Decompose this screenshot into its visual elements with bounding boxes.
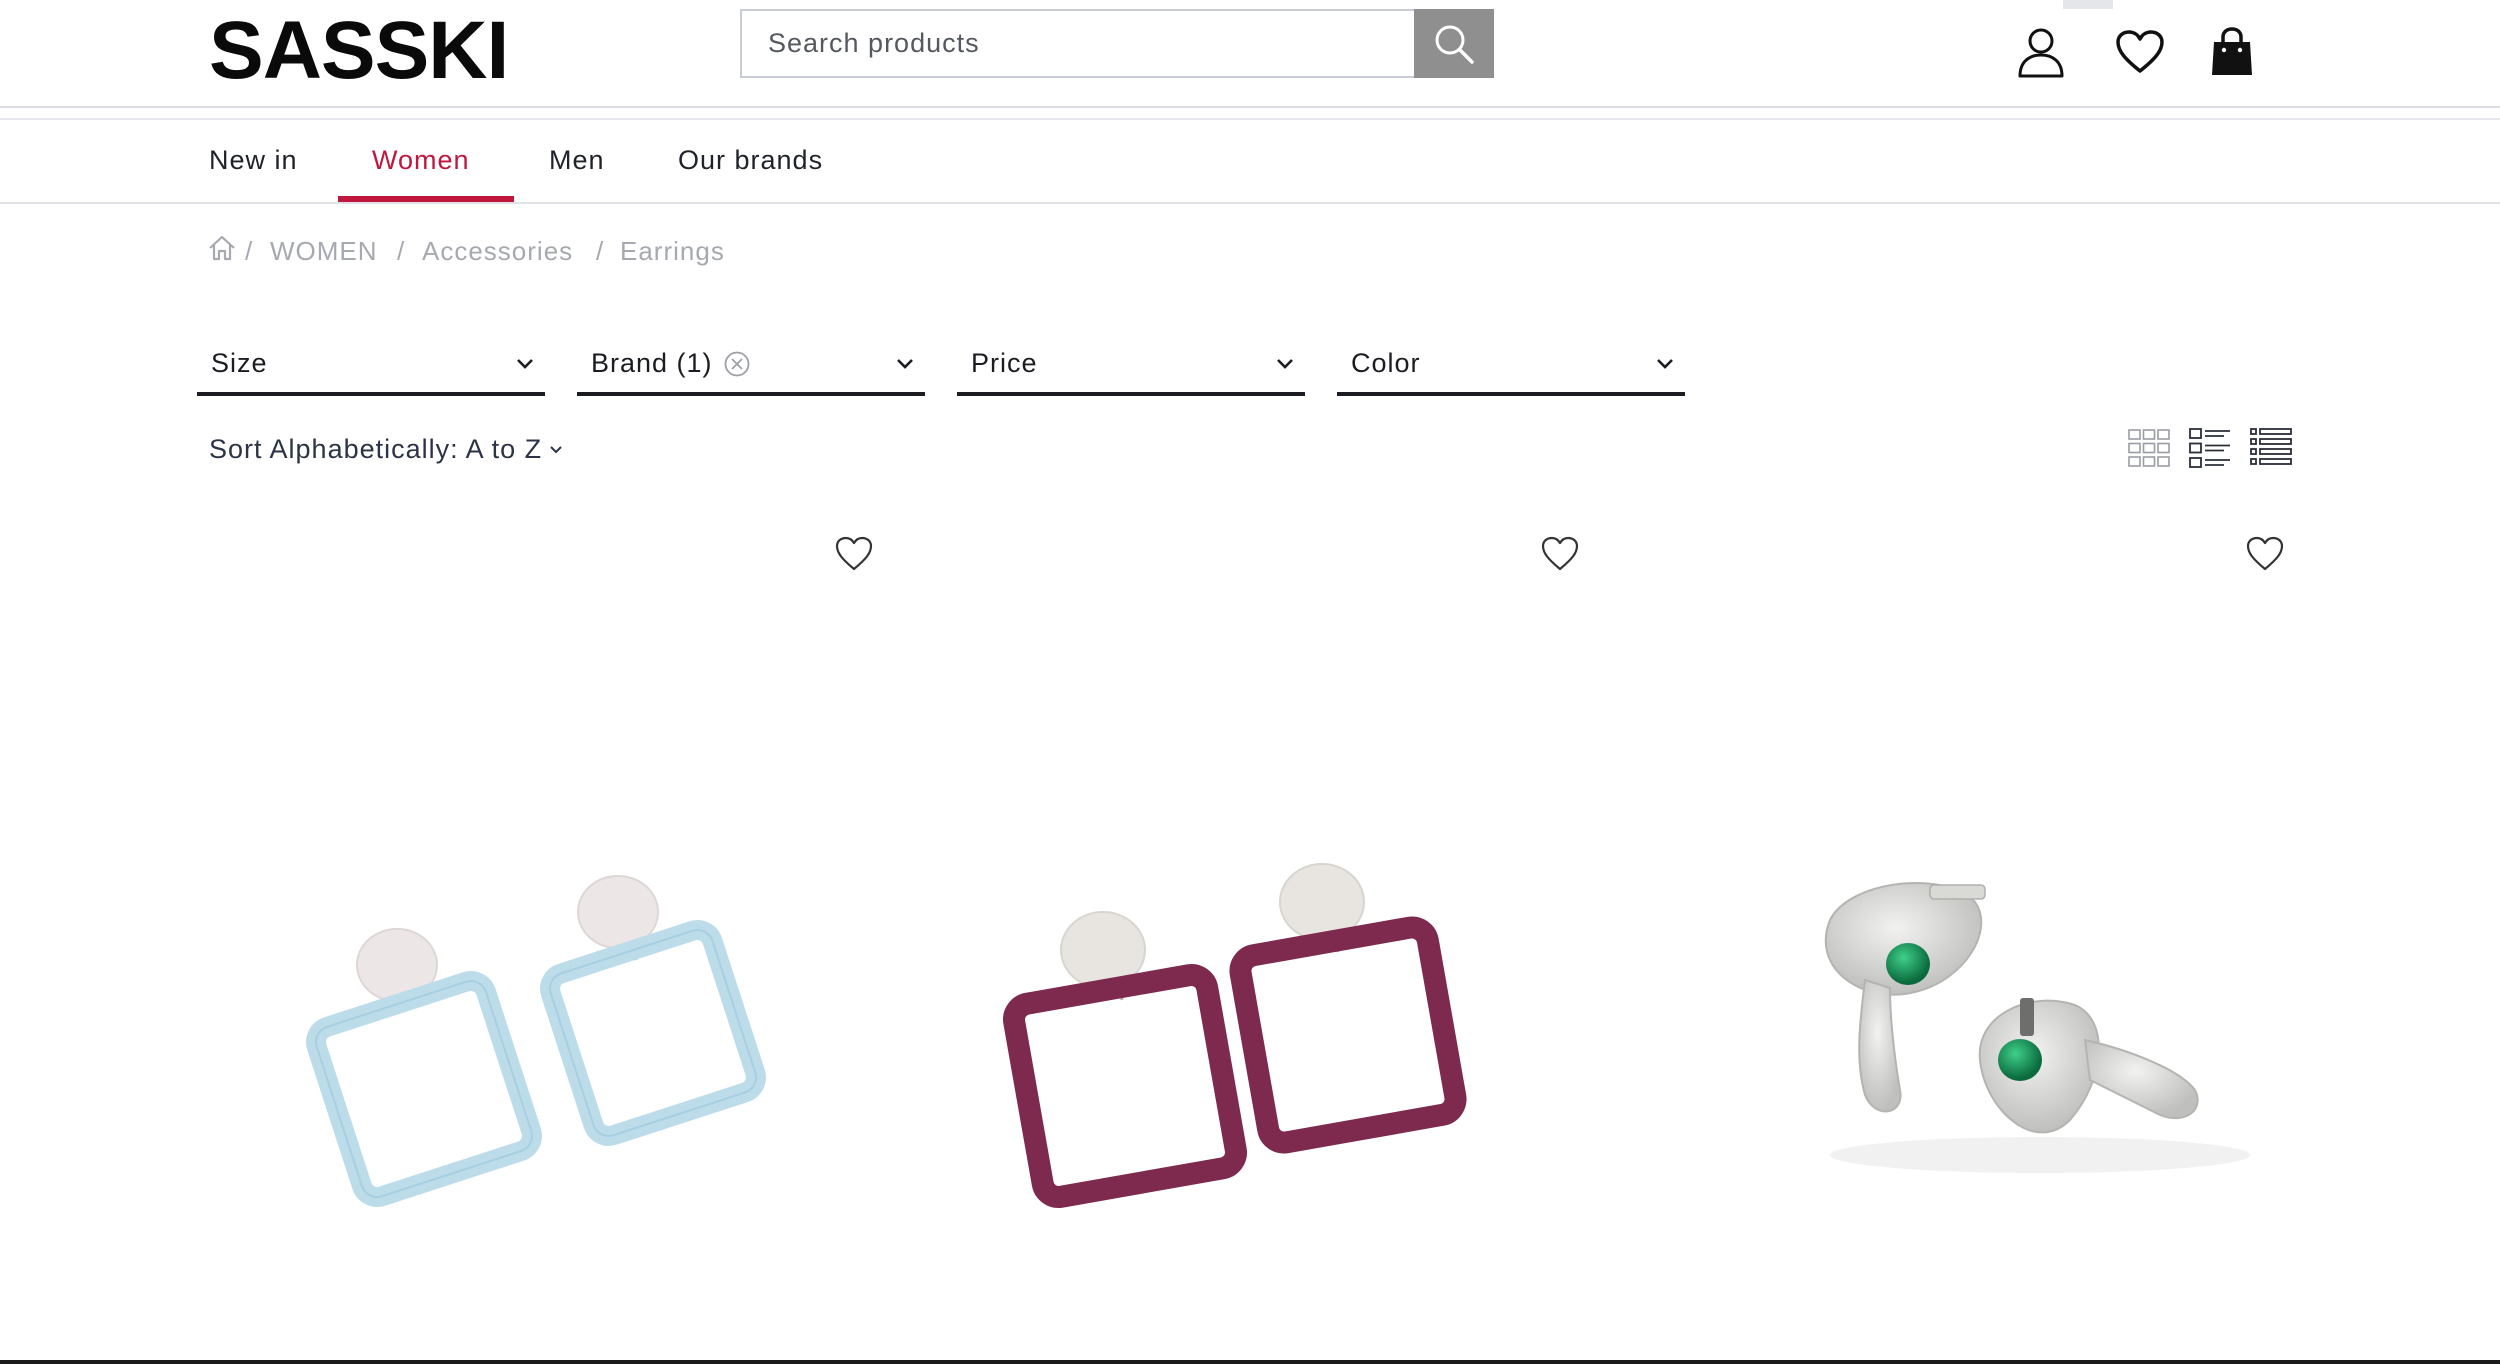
heart-icon (2116, 30, 2164, 73)
wishlist-button[interactable] (2110, 22, 2170, 82)
nav-item-new-in[interactable]: New in (209, 145, 298, 176)
search-button[interactable] (1414, 9, 1494, 78)
filter-brand-label: Brand (1) (591, 348, 713, 378)
add-to-wishlist-icon[interactable] (1540, 534, 1580, 574)
chevron-down-icon (1657, 359, 1673, 369)
list-view-icon[interactable] (2188, 426, 2232, 470)
nav-item-men[interactable]: Men (549, 145, 605, 176)
nav-divider (0, 202, 2500, 204)
breadcrumb-accessories[interactable]: Accessories (422, 236, 573, 267)
nav-item-women[interactable]: Women (372, 145, 470, 176)
page-bottom-edge (0, 1360, 2500, 1364)
product-image[interactable] (1690, 620, 2290, 1240)
chevron-down-icon (517, 359, 533, 369)
breadcrumb-separator: / (397, 236, 406, 266)
header-marker (2063, 0, 2113, 9)
breadcrumb-separator: / (245, 236, 254, 266)
grid-view-icon[interactable] (2127, 426, 2171, 470)
user-icon (2018, 28, 2064, 78)
earring-right (1978, 998, 2199, 1134)
earring-left (1824, 882, 1986, 1113)
search-icon (1435, 25, 1474, 64)
earring-right (1229, 863, 1467, 1154)
sort-label: Sort Alphabetically: A to Z (209, 434, 543, 464)
earring-right (540, 875, 766, 1146)
breadcrumb-separator: / (596, 236, 605, 266)
product-image[interactable] (260, 620, 860, 1240)
filter-price-label: Price (971, 348, 1038, 378)
earring-left (1003, 911, 1247, 1208)
home-icon (209, 235, 235, 261)
filter-size-label: Size (211, 348, 268, 378)
breadcrumb-home[interactable] (207, 234, 237, 267)
filter-price[interactable]: Price (957, 340, 1305, 396)
search-input[interactable] (742, 11, 1438, 76)
breadcrumb-earrings[interactable]: Earrings (620, 236, 725, 267)
header-divider-secondary (0, 118, 2500, 120)
sort-dropdown[interactable]: Sort Alphabetically: A to Z (209, 434, 564, 465)
brand-logo[interactable]: SASSKI (209, 10, 509, 92)
header-divider (0, 106, 2500, 108)
filter-brand[interactable]: Brand (1) (577, 340, 925, 396)
account-button[interactable] (2011, 22, 2071, 82)
clear-filter-icon[interactable] (723, 350, 751, 378)
filter-color-label: Color (1351, 348, 1421, 378)
add-to-wishlist-icon[interactable] (834, 534, 874, 574)
breadcrumb-women[interactable]: WOMEN (270, 236, 378, 267)
chevron-down-icon (1277, 359, 1293, 369)
filter-size[interactable]: Size (197, 340, 545, 396)
compact-list-icon[interactable] (2249, 426, 2293, 470)
nav-item-our-brands[interactable]: Our brands (678, 145, 823, 176)
filter-color[interactable]: Color (1337, 340, 1685, 396)
cart-button[interactable] (2202, 22, 2262, 82)
chevron-down-icon (550, 445, 562, 453)
shopping-bag-icon (2212, 27, 2252, 75)
earring-left (306, 928, 542, 1207)
search-bar (740, 9, 1494, 78)
chevron-down-icon (897, 359, 913, 369)
product-image[interactable] (960, 620, 1560, 1240)
add-to-wishlist-icon[interactable] (2245, 534, 2285, 574)
